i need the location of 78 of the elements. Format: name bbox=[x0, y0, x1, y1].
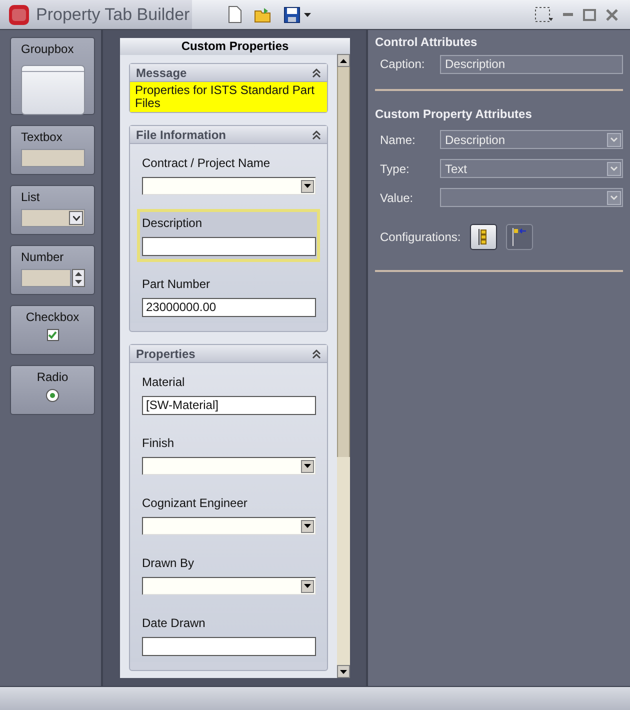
field-container[interactable]: Drawn By bbox=[137, 549, 320, 601]
attribute-label: Value: bbox=[380, 190, 414, 206]
group-title: Message bbox=[136, 64, 187, 82]
input-field[interactable]: [SW-Material] bbox=[142, 396, 316, 415]
dropdown-field[interactable] bbox=[142, 577, 316, 595]
field-container[interactable]: Cognizant Engineer bbox=[137, 489, 320, 541]
field-container[interactable]: Material [SW-Material] bbox=[137, 368, 320, 421]
section-title: Custom Property Attributes bbox=[375, 106, 533, 123]
caption-field[interactable]: Description bbox=[440, 54, 623, 74]
attribute-label: Type: bbox=[380, 160, 410, 178]
palette-item[interactable]: Groupbox bbox=[10, 37, 95, 115]
field-container[interactable]: Finish bbox=[137, 429, 320, 481]
message-text: Properties for ISTS Standard Part Files bbox=[130, 82, 327, 112]
palette-item[interactable]: Textbox bbox=[10, 125, 95, 175]
palette-item-label: List bbox=[20, 189, 41, 205]
collapse-icon[interactable] bbox=[312, 68, 321, 78]
palette-item-label: Groupbox bbox=[20, 41, 75, 57]
group-header[interactable]: Properties bbox=[130, 345, 327, 363]
scrollbar[interactable] bbox=[337, 54, 350, 678]
caption-label: Caption: bbox=[380, 56, 426, 73]
palette-item-label: Checkbox bbox=[24, 309, 80, 325]
window-title: Property Tab Builder bbox=[36, 4, 190, 26]
palette-item[interactable]: Checkbox bbox=[10, 305, 95, 355]
field-label: Part Number bbox=[142, 276, 212, 293]
field-label: Description bbox=[142, 215, 204, 232]
palette-item-label: Number bbox=[20, 249, 65, 265]
number-preview bbox=[21, 269, 71, 287]
field-container[interactable]: Description bbox=[137, 209, 320, 262]
field-label: Drawn By bbox=[142, 555, 196, 572]
dropdown-field[interactable] bbox=[440, 188, 623, 207]
flag-arrow-icon bbox=[512, 228, 526, 246]
configuration-button[interactable] bbox=[506, 224, 533, 250]
collapse-icon[interactable] bbox=[312, 130, 321, 140]
app-logo-icon bbox=[8, 4, 30, 26]
dropdown-field[interactable] bbox=[142, 457, 316, 475]
palette-item[interactable]: Number bbox=[10, 245, 95, 295]
field-label: Finish bbox=[142, 435, 176, 452]
chevron-down-icon bbox=[69, 211, 83, 225]
collapse-icon[interactable] bbox=[312, 348, 321, 358]
list-tree-icon bbox=[478, 229, 488, 245]
caret-icon[interactable] bbox=[304, 12, 311, 16]
maximize-icon[interactable] bbox=[583, 8, 596, 20]
textbox-preview bbox=[21, 149, 85, 167]
scroll-down-icon[interactable] bbox=[337, 665, 350, 678]
open-folder-icon[interactable] bbox=[254, 6, 272, 22]
field-label: Material bbox=[142, 374, 186, 391]
dropdown-field[interactable]: Text bbox=[440, 159, 623, 178]
section-title: Control Attributes bbox=[375, 34, 478, 51]
dropdown-field[interactable]: Description bbox=[440, 130, 623, 149]
palette-item-label: Radio bbox=[36, 369, 70, 385]
field-container[interactable]: Date Drawn bbox=[137, 609, 320, 662]
field-container[interactable]: Part Number 23000000.00 bbox=[137, 270, 320, 323]
input-field[interactable] bbox=[142, 237, 316, 256]
group-title: File Information bbox=[136, 126, 226, 144]
attribute-label: Name: bbox=[380, 132, 416, 148]
configuration-button[interactable] bbox=[470, 224, 497, 250]
configurations-label: Configurations: bbox=[380, 229, 461, 246]
new-file-icon[interactable] bbox=[228, 6, 242, 23]
palette-item[interactable]: List bbox=[10, 185, 95, 235]
field-label: Cognizant Engineer bbox=[142, 495, 248, 512]
group-header[interactable]: File Information bbox=[130, 126, 327, 144]
scroll-up-icon[interactable] bbox=[337, 54, 350, 67]
save-icon[interactable] bbox=[284, 6, 300, 22]
field-container[interactable]: Contract / Project Name bbox=[137, 149, 320, 201]
palette-item[interactable]: Radio bbox=[10, 365, 95, 415]
spinner-icon bbox=[72, 269, 85, 287]
field-label: Date Drawn bbox=[142, 615, 206, 632]
field-label: Contract / Project Name bbox=[142, 155, 272, 172]
dropdown-field[interactable] bbox=[142, 177, 316, 195]
group-header[interactable]: Message bbox=[130, 64, 327, 82]
input-field[interactable]: 23000000.00 bbox=[142, 298, 316, 317]
form-title: Custom Properties bbox=[120, 38, 350, 55]
dropdown-field[interactable] bbox=[142, 517, 316, 535]
input-field[interactable] bbox=[142, 637, 316, 656]
groupbox-preview-icon bbox=[20, 65, 84, 115]
group-title: Properties bbox=[136, 346, 196, 362]
palette-item-label: Textbox bbox=[20, 129, 64, 145]
close-icon[interactable] bbox=[606, 8, 618, 20]
